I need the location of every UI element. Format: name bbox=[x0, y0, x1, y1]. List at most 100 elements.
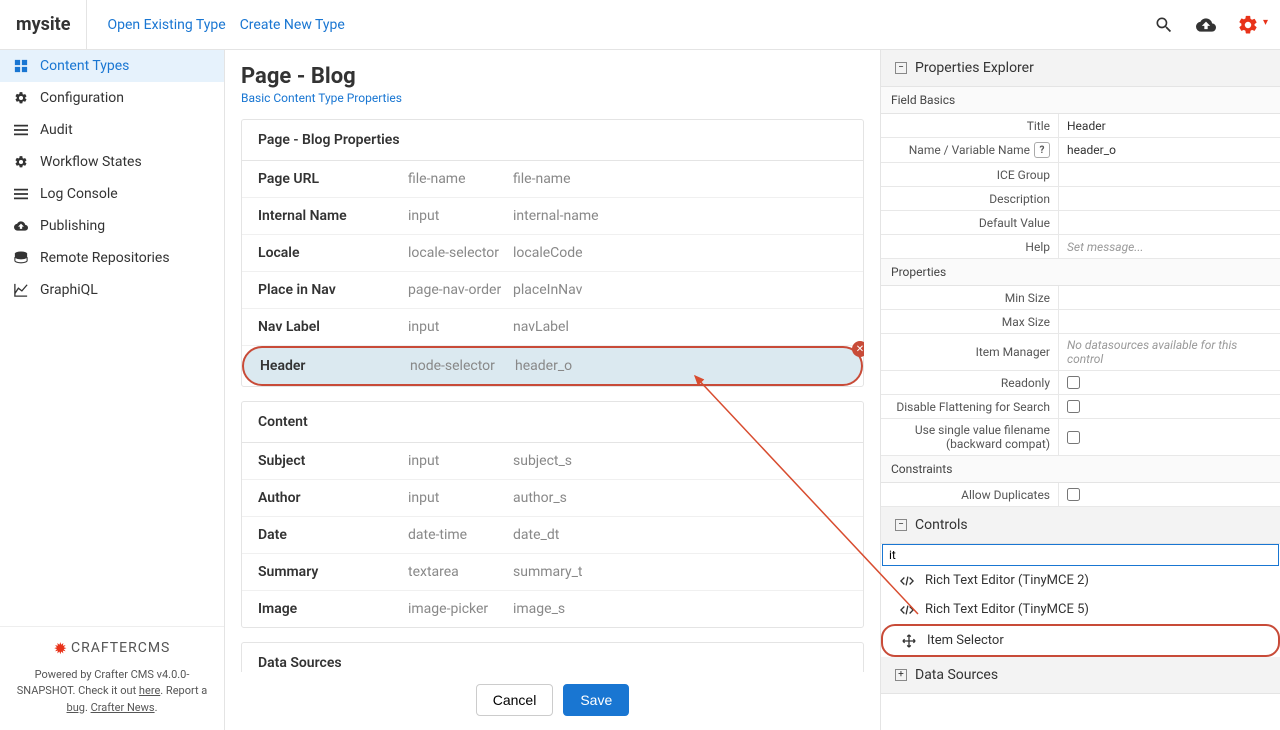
remove-field-icon[interactable]: ✕ bbox=[852, 341, 864, 357]
footer-here-link[interactable]: here bbox=[139, 684, 160, 697]
save-button[interactable]: Save bbox=[563, 684, 629, 716]
property-variable: file-name bbox=[513, 171, 847, 187]
grid-icon bbox=[12, 59, 30, 73]
property-label: Page URL bbox=[258, 171, 408, 187]
db-icon bbox=[12, 251, 30, 265]
property-row[interactable]: Subjectinputsubject_s bbox=[242, 443, 863, 480]
search-button[interactable] bbox=[1148, 9, 1180, 41]
cloud-upload-icon bbox=[1196, 15, 1216, 35]
sidebar-item-graphiql[interactable]: GraphiQL bbox=[0, 274, 224, 306]
checkbox-input[interactable] bbox=[1067, 376, 1080, 389]
property-variable: subject_s bbox=[513, 453, 847, 469]
sidebar-item-configuration[interactable]: Configuration bbox=[0, 82, 224, 114]
property-label: Author bbox=[258, 490, 408, 506]
property-variable: header_o bbox=[515, 358, 845, 374]
crafter-menu-button[interactable]: ▾ bbox=[1232, 9, 1264, 41]
sidebar-footer: ✹ CRAFTERCMS Powered by Crafter CMS v4.0… bbox=[0, 626, 224, 730]
collapse-icon[interactable]: − bbox=[895, 519, 907, 531]
form-value[interactable]: Set message... bbox=[1059, 235, 1280, 258]
form-value[interactable] bbox=[1059, 163, 1280, 186]
property-row[interactable]: Datedate-timedate_dt bbox=[242, 517, 863, 554]
form-row: Default Value bbox=[881, 211, 1280, 235]
control-item-item-selector[interactable]: Item Selector bbox=[881, 624, 1280, 657]
controls-title: Controls bbox=[915, 517, 968, 533]
caret-down-icon: ▾ bbox=[1263, 17, 1268, 28]
sidebar-item-label: Audit bbox=[40, 122, 73, 138]
section-heading: Page - Blog Properties bbox=[242, 120, 863, 161]
footer-text: . bbox=[155, 701, 158, 714]
form-row: ICE Group bbox=[881, 163, 1280, 187]
move-icon bbox=[901, 634, 917, 648]
control-label: Rich Text Editor (TinyMCE 5) bbox=[925, 602, 1089, 617]
checkbox-input[interactable] bbox=[1067, 431, 1080, 444]
property-row[interactable]: Authorinputauthor_s bbox=[242, 480, 863, 517]
footer-news-link[interactable]: Crafter News bbox=[91, 701, 155, 714]
property-row[interactable]: Summarytextareasummary_t bbox=[242, 554, 863, 591]
property-row[interactable]: Imageimage-pickerimage_s bbox=[242, 591, 863, 627]
sidebar-item-label: Log Console bbox=[40, 186, 118, 202]
panel-title: Properties Explorer bbox=[915, 60, 1034, 76]
properties-section: Page - Blog Properties Page URL file-name… bbox=[241, 119, 864, 387]
sidebar-item-publishing[interactable]: Publishing bbox=[0, 210, 224, 242]
gear-icon bbox=[12, 91, 30, 105]
form-label: Disable Flattening for Search bbox=[881, 395, 1059, 418]
panel-heading[interactable]: − Properties Explorer bbox=[881, 50, 1280, 87]
sidebar-item-label: Content Types bbox=[40, 58, 129, 74]
form-row: Description bbox=[881, 187, 1280, 211]
create-new-link[interactable]: Create New Type bbox=[240, 17, 345, 33]
form-value[interactable] bbox=[1059, 187, 1280, 210]
property-label: Date bbox=[258, 527, 408, 543]
control-item-rich-text-editor-tinymce-2-[interactable]: Rich Text Editor (TinyMCE 2) bbox=[881, 566, 1280, 595]
open-existing-link[interactable]: Open Existing Type bbox=[107, 17, 225, 33]
property-type: locale-selector bbox=[408, 245, 513, 261]
form-label: Title bbox=[881, 114, 1059, 137]
form-value[interactable] bbox=[1059, 286, 1280, 309]
sidebar-item-log-console[interactable]: Log Console bbox=[0, 178, 224, 210]
datasources-heading[interactable]: + Data Sources bbox=[881, 657, 1280, 694]
form-value: No datasources available for this contro… bbox=[1059, 334, 1280, 370]
checkbox-input[interactable] bbox=[1067, 488, 1080, 501]
collapse-icon[interactable]: − bbox=[895, 62, 907, 74]
property-row[interactable]: Place in Navpage-nav-orderplaceInNav bbox=[242, 272, 863, 309]
property-type: input bbox=[408, 319, 513, 335]
cancel-button[interactable]: Cancel bbox=[476, 684, 554, 716]
sidebar-item-content-types[interactable]: Content Types bbox=[0, 50, 224, 82]
gear-icon bbox=[1237, 14, 1259, 36]
expand-icon[interactable]: + bbox=[895, 669, 907, 681]
form-label: Description bbox=[881, 187, 1059, 210]
crafter-logo-icon: ✹ bbox=[54, 637, 67, 661]
controls-heading[interactable]: − Controls bbox=[881, 507, 1280, 544]
sidebar-item-label: Remote Repositories bbox=[40, 250, 170, 266]
property-type: image-picker bbox=[408, 601, 513, 617]
form-row: TitleHeader bbox=[881, 114, 1280, 138]
property-type: input bbox=[408, 453, 513, 469]
cloud-icon bbox=[12, 219, 30, 233]
code-icon bbox=[899, 603, 915, 617]
control-item-rich-text-editor-tinymce-5-[interactable]: Rich Text Editor (TinyMCE 5) bbox=[881, 595, 1280, 624]
form-value[interactable] bbox=[1059, 310, 1280, 333]
page-subtitle-link[interactable]: Basic Content Type Properties bbox=[241, 91, 864, 105]
property-type: node-selector bbox=[410, 358, 515, 374]
property-row[interactable]: Internal Nameinputinternal-name bbox=[242, 198, 863, 235]
checkbox-input[interactable] bbox=[1067, 400, 1080, 413]
property-label: Summary bbox=[258, 564, 408, 580]
property-row[interactable]: Headernode-selectorheader_o✕ bbox=[242, 346, 863, 386]
sidebar-item-audit[interactable]: Audit bbox=[0, 114, 224, 146]
property-row[interactable]: Nav LabelinputnavLabel bbox=[242, 309, 863, 346]
controls-filter-input[interactable] bbox=[882, 544, 1279, 566]
property-type: date-time bbox=[408, 527, 513, 543]
property-variable: navLabel bbox=[513, 319, 847, 335]
sidebar-item-workflow-states[interactable]: Workflow States bbox=[0, 146, 224, 178]
property-row[interactable]: Localelocale-selectorlocaleCode bbox=[242, 235, 863, 272]
form-value bbox=[1059, 483, 1280, 506]
form-value[interactable]: header_o bbox=[1059, 138, 1280, 162]
form-value[interactable]: Header bbox=[1059, 114, 1280, 137]
crafter-logo-text: CRAFTERCMS bbox=[71, 638, 170, 659]
info-icon[interactable]: ? bbox=[1034, 142, 1050, 158]
form-value[interactable] bbox=[1059, 211, 1280, 234]
publish-button[interactable] bbox=[1190, 9, 1222, 41]
sidebar-item-label: Publishing bbox=[40, 218, 105, 234]
footer-bug-link[interactable]: bug bbox=[67, 701, 85, 714]
property-row[interactable]: Page URLfile-namefile-name bbox=[242, 161, 863, 198]
sidebar-item-remote-repositories[interactable]: Remote Repositories bbox=[0, 242, 224, 274]
